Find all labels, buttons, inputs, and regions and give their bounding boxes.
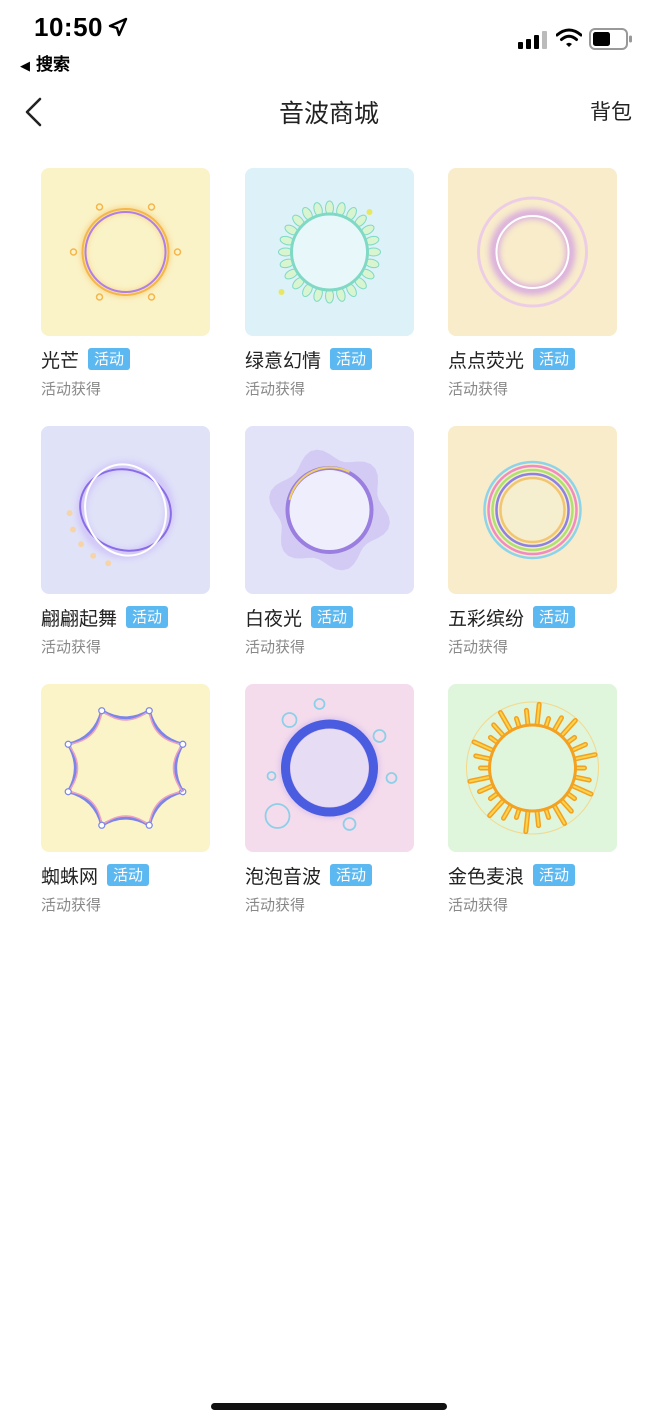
- event-badge: 活动: [88, 348, 131, 370]
- page-title: 音波商城: [278, 99, 379, 128]
- item-name: 蜘蛛网: [41, 865, 99, 888]
- shop-item[interactable]: 泡泡音波 活动 活动获得: [245, 684, 415, 924]
- ring-frame-icon: [69, 203, 182, 301]
- item-thumbnail: [245, 426, 414, 594]
- cellular-signal-icon: [518, 31, 548, 53]
- shop-item[interactable]: 白夜光 活动 活动获得: [245, 426, 415, 666]
- item-source: 活动获得: [448, 380, 509, 398]
- event-badge: 活动: [107, 864, 150, 886]
- item-thumbnail: [448, 168, 617, 336]
- ring-frame-icon: [477, 196, 588, 308]
- item-name: 绿意幻情: [245, 349, 322, 372]
- item-source: 活动获得: [41, 896, 102, 914]
- item-name: 光芒: [41, 349, 80, 372]
- item-name: 五彩缤纷: [448, 607, 525, 630]
- wifi-icon: [555, 28, 583, 52]
- event-badge: 活动: [330, 348, 373, 370]
- shop-item[interactable]: 五彩缤纷 活动 活动获得: [448, 426, 618, 666]
- ring-frame-icon: [269, 449, 390, 571]
- item-name: 翩翩起舞: [41, 607, 118, 630]
- item-name: 白夜光: [245, 607, 303, 630]
- item-source: 活动获得: [245, 896, 306, 914]
- item-source: 活动获得: [41, 380, 102, 398]
- event-badge: 活动: [311, 606, 354, 628]
- shop-item[interactable]: 绿意幻情 活动 活动获得: [245, 168, 415, 408]
- ring-frame-icon: [278, 200, 381, 304]
- item-thumbnail: [41, 168, 210, 336]
- item-source: 活动获得: [448, 896, 509, 914]
- shop-item[interactable]: 金色麦浪 活动 活动获得: [448, 684, 618, 924]
- item-thumbnail: [41, 426, 210, 594]
- backpack-button[interactable]: 背包: [590, 96, 632, 126]
- back-to-app-link[interactable]: ◀ 搜索: [20, 50, 70, 75]
- location-arrow-icon: [108, 17, 128, 41]
- item-thumbnail: [41, 684, 210, 852]
- battery-icon: [589, 28, 633, 54]
- home-indicator: [211, 1403, 447, 1410]
- shop-item[interactable]: 点点荧光 活动 活动获得: [448, 168, 618, 408]
- item-thumbnail: [245, 168, 414, 336]
- item-thumbnail: [448, 684, 617, 852]
- ring-frame-icon: [466, 701, 599, 835]
- ring-frame-icon: [483, 460, 582, 560]
- status-bar: 10:50 ◀ 搜索: [0, 0, 658, 80]
- status-time: 10:50: [34, 12, 103, 42]
- item-source: 活动获得: [245, 380, 306, 398]
- event-badge: 活动: [533, 864, 576, 886]
- shop-item[interactable]: 蜘蛛网 活动 活动获得: [41, 684, 211, 924]
- ring-frame-icon: [66, 461, 175, 567]
- ring-frame-icon: [64, 707, 187, 829]
- shop-item[interactable]: 光芒 活动 活动获得: [41, 168, 211, 408]
- back-app-label: 搜索: [36, 55, 70, 75]
- item-thumbnail: [245, 684, 414, 852]
- event-badge: 活动: [533, 348, 576, 370]
- shop-item[interactable]: 翩翩起舞 活动 活动获得: [41, 426, 211, 666]
- item-source: 活动获得: [41, 638, 102, 656]
- item-source: 活动获得: [245, 638, 306, 656]
- event-badge: 活动: [533, 606, 576, 628]
- item-source: 活动获得: [448, 638, 509, 656]
- back-triangle-icon: ◀: [20, 59, 30, 74]
- event-badge: 活动: [330, 864, 373, 886]
- item-name: 点点荧光: [448, 349, 525, 372]
- item-thumbnail: [448, 426, 617, 594]
- event-badge: 活动: [126, 606, 169, 628]
- item-name: 泡泡音波: [245, 865, 322, 888]
- ring-frame-icon: [264, 698, 398, 831]
- item-name: 金色麦浪: [448, 865, 525, 888]
- nav-bar: 音波商城 背包: [0, 86, 658, 138]
